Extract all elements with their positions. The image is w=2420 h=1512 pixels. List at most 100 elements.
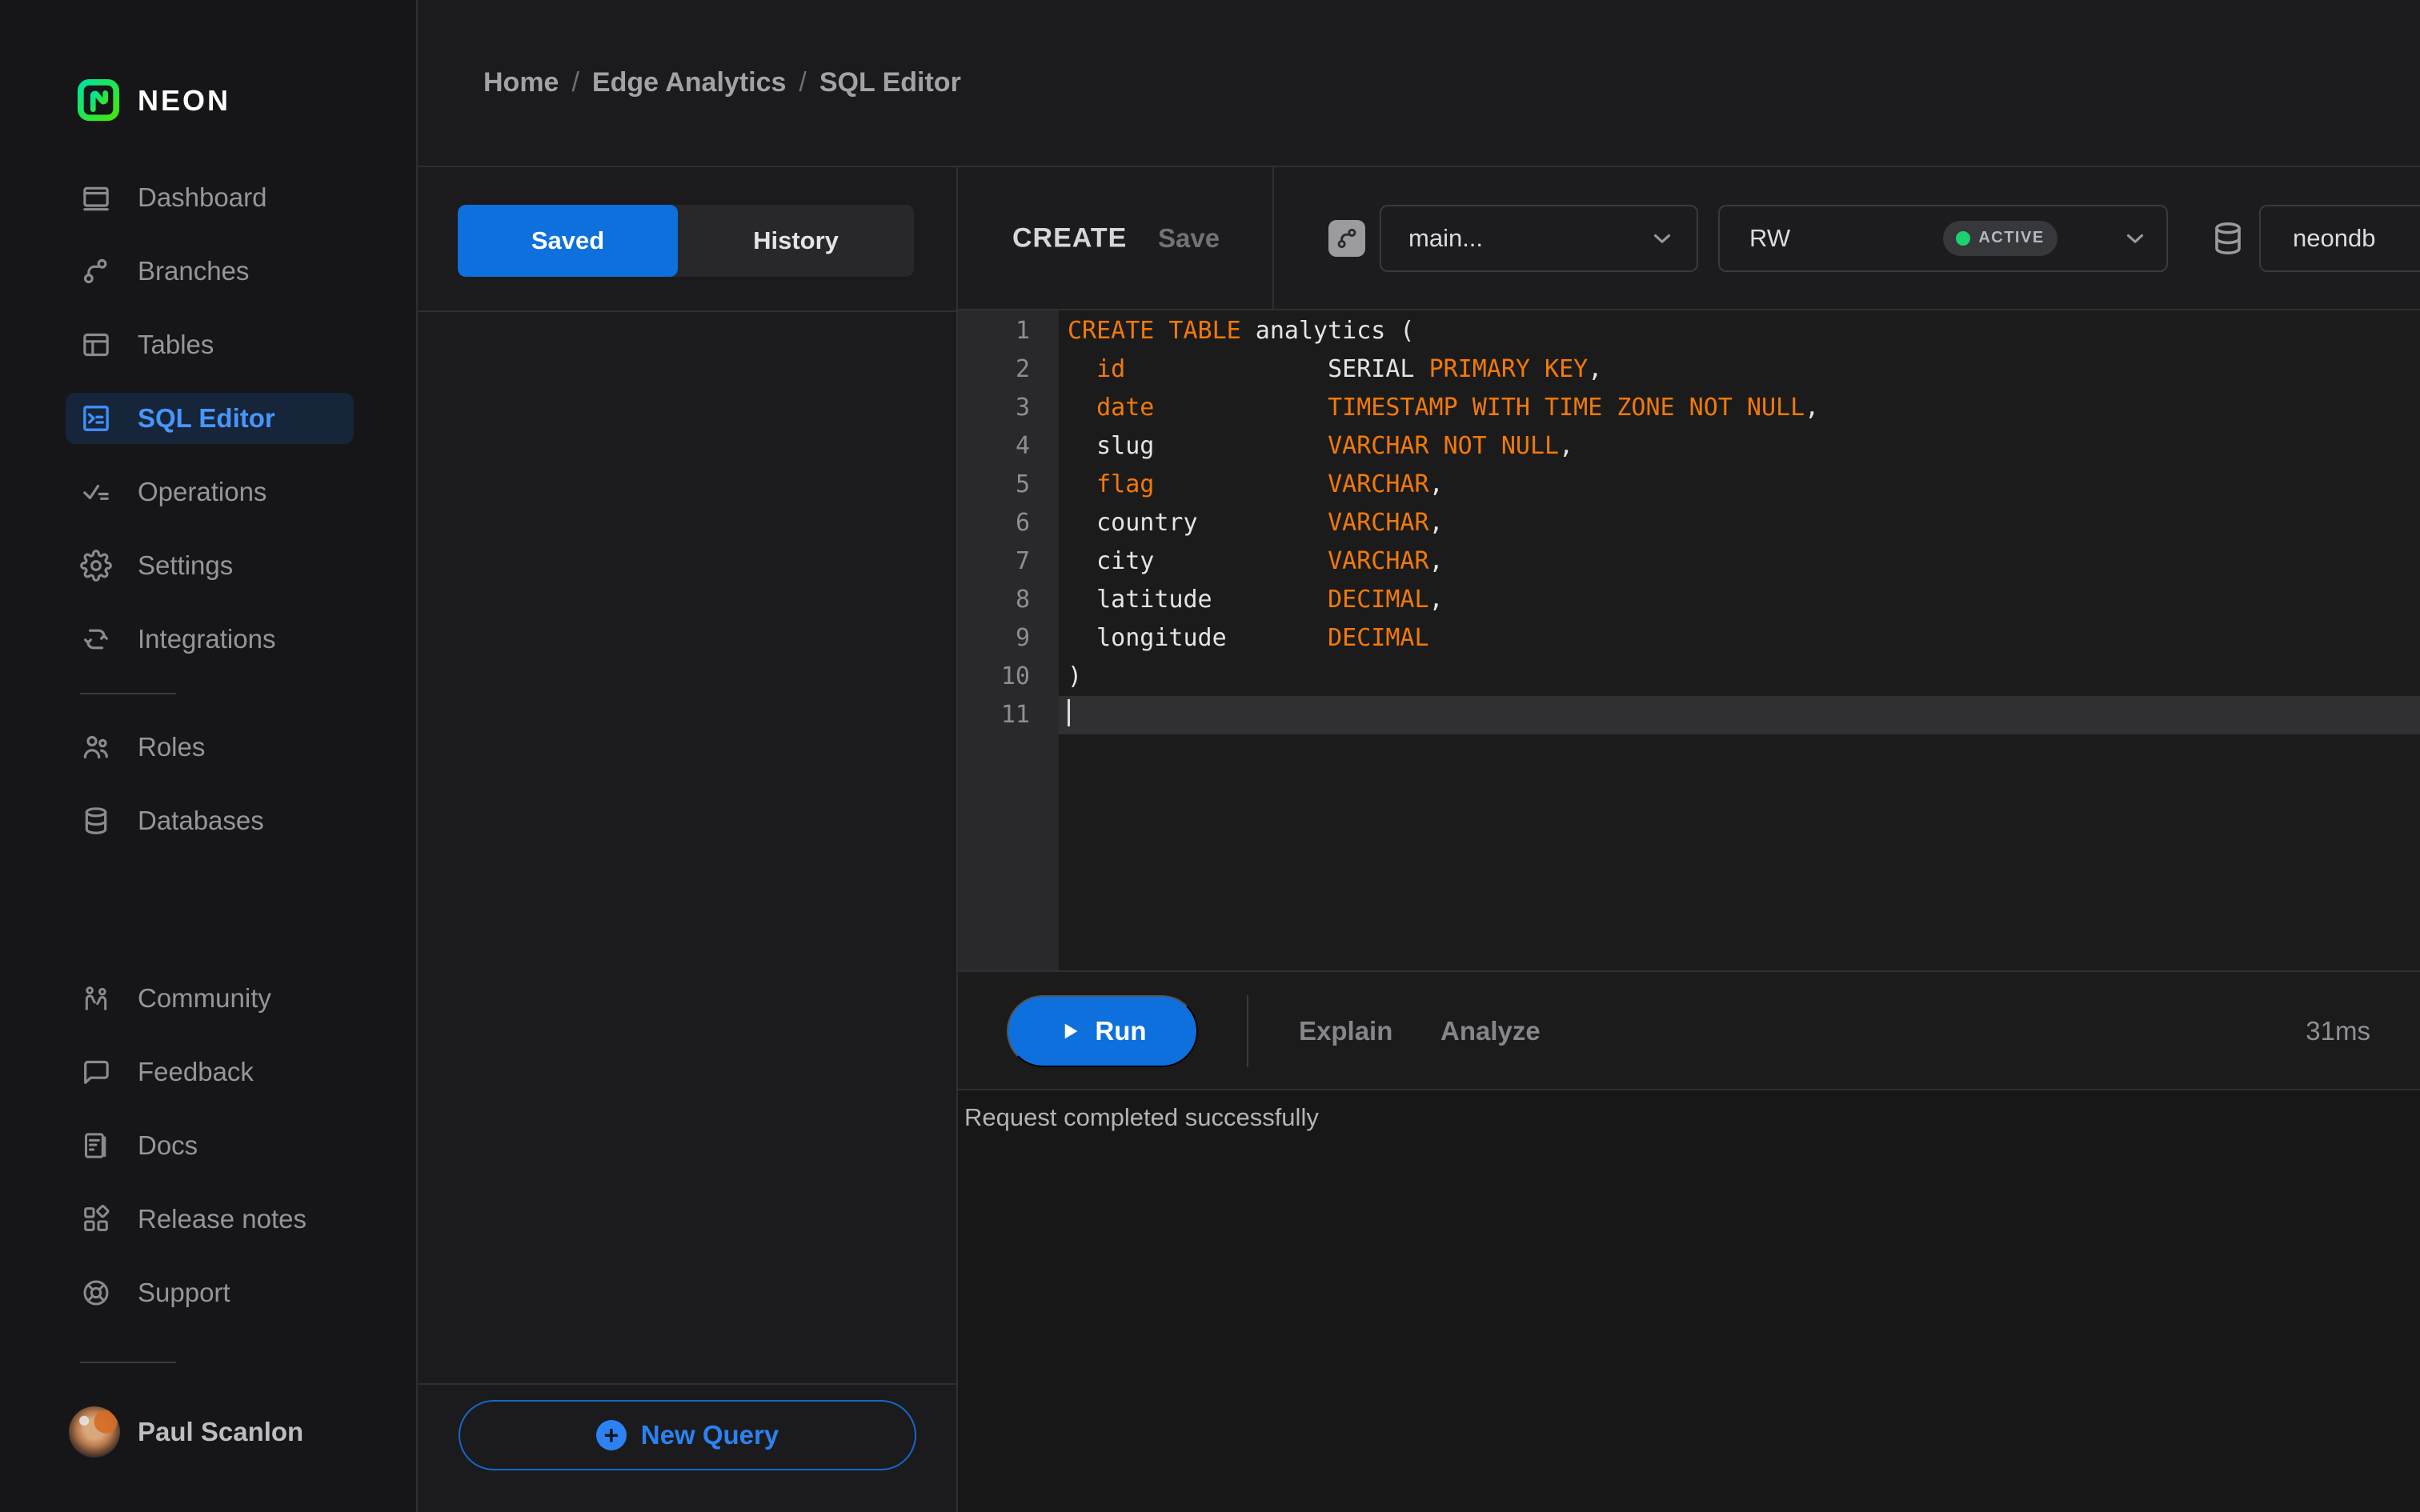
- sidebar-divider: [80, 1362, 176, 1363]
- analyze-button[interactable]: Analyze: [1440, 972, 1541, 1090]
- branch-select[interactable]: main...: [1380, 204, 1698, 272]
- line-number: 8: [958, 581, 1059, 619]
- results-panel: Request completed successfully: [958, 1090, 2420, 1512]
- chevron-down-icon: [2126, 234, 2144, 243]
- sidebar-item-tables[interactable]: Tables: [66, 319, 354, 370]
- result-message: Request completed successfully: [964, 1103, 1319, 1131]
- tab-history[interactable]: History: [678, 205, 914, 277]
- code-line-5[interactable]: 5 flag VARCHAR,: [958, 466, 2420, 504]
- brand-logo[interactable]: NEON: [77, 75, 230, 126]
- status-badge: ACTIVE: [1943, 220, 2057, 256]
- code-line-content: longitude DECIMAL: [1068, 624, 1429, 652]
- compute-select[interactable]: RW ACTIVE: [1718, 204, 2168, 272]
- sidebar-item-community[interactable]: Community: [66, 973, 354, 1024]
- code-line-8[interactable]: 8 latitude DECIMAL,: [958, 581, 2420, 619]
- code-line-content: country VARCHAR,: [1068, 509, 1444, 537]
- code-line-content: latitude DECIMAL,: [1068, 586, 1444, 614]
- sidebar-item-label: Release notes: [138, 1204, 307, 1234]
- query-title: CREATE: [1012, 222, 1128, 253]
- database-select-value: neondb: [2293, 223, 2376, 252]
- play-icon: [1065, 1023, 1078, 1039]
- breadcrumb-current: SQL Editor: [819, 67, 961, 98]
- gear-icon: [80, 550, 112, 582]
- line-number: 10: [958, 658, 1059, 696]
- toolbar-divider: [1272, 167, 1274, 310]
- explain-button[interactable]: Explain: [1299, 972, 1392, 1090]
- support-lifebuoy-icon: [80, 1277, 112, 1309]
- code-line-1[interactable]: 1 CREATE TABLE analytics (: [958, 312, 2420, 350]
- sidebar-item-support[interactable]: Support: [66, 1267, 354, 1318]
- chevron-down-icon: [1653, 234, 1671, 243]
- text-cursor: [1068, 699, 1070, 726]
- database-select[interactable]: neondb: [2259, 204, 2420, 272]
- line-number: 1: [958, 312, 1059, 350]
- sql-editor-terminal-icon: [80, 402, 112, 434]
- tab-saved[interactable]: Saved: [458, 205, 678, 277]
- code-line-10[interactable]: 10): [958, 658, 2420, 696]
- avatar: [69, 1406, 120, 1458]
- new-query-button[interactable]: + New Query: [459, 1400, 916, 1470]
- code-line-content: flag VARCHAR,: [1096, 470, 1444, 498]
- line-number: 4: [958, 427, 1059, 466]
- run-bar-divider: [1247, 995, 1248, 1067]
- plus-icon: +: [595, 1420, 627, 1450]
- code-line-content: slug VARCHAR NOT NULL,: [1068, 432, 1574, 460]
- breadcrumb-home[interactable]: Home: [483, 67, 559, 98]
- sidebar-item-operations[interactable]: Operations: [66, 466, 354, 518]
- panel-divider: [418, 1383, 956, 1385]
- code-lines: 1 CREATE TABLE analytics ( 2 id SERIAL PRI…: [958, 312, 2420, 734]
- queries-panel: Saved History + New Query: [418, 167, 958, 1512]
- breadcrumb-separator: /: [799, 67, 807, 98]
- branch-select-value: main...: [1408, 223, 1484, 252]
- sidebar-item-label: Dashboard: [138, 182, 267, 212]
- sidebar-item-feedback[interactable]: Feedback: [66, 1046, 354, 1098]
- operations-check-icon: [80, 476, 112, 508]
- run-button[interactable]: Run: [1007, 995, 1198, 1067]
- branch-icon-button[interactable]: [1328, 219, 1365, 257]
- code-line-4[interactable]: 4 slug VARCHAR NOT NULL,: [958, 427, 2420, 466]
- user-menu[interactable]: Paul Scanlon: [69, 1406, 303, 1458]
- sidebar-item-label: Settings: [138, 550, 234, 580]
- code-line-11[interactable]: 11: [958, 696, 2420, 734]
- run-bar: Run Explain Analyze 31ms: [958, 970, 2420, 1090]
- sidebar-item-release-notes[interactable]: Release notes: [66, 1194, 354, 1245]
- line-number: 11: [958, 696, 1059, 734]
- breadcrumb: Home / Edge Analytics / SQL Editor: [483, 0, 961, 166]
- sidebar-item-label: Support: [138, 1278, 230, 1307]
- line-number: 6: [958, 504, 1059, 542]
- neon-logo-icon: [77, 75, 120, 126]
- sidebar-item-docs[interactable]: Docs: [66, 1120, 354, 1171]
- tables-icon: [80, 329, 112, 361]
- new-query-label: New Query: [640, 1420, 779, 1450]
- code-line-7[interactable]: 7 city VARCHAR,: [958, 542, 2420, 581]
- code-line-content: [1059, 696, 2420, 734]
- feedback-speech-bubble-icon: [80, 1056, 112, 1088]
- sidebar-item-label: SQL Editor: [138, 403, 275, 433]
- sidebar-divider: [80, 693, 176, 694]
- sidebar-item-dashboard[interactable]: Dashboard: [66, 172, 354, 223]
- run-label: Run: [1095, 1016, 1147, 1046]
- docs-icon: [80, 1130, 112, 1162]
- breadcrumb-project[interactable]: Edge Analytics: [592, 67, 786, 98]
- code-editor[interactable]: 1 CREATE TABLE analytics ( 2 id SERIAL PRI…: [958, 310, 2420, 970]
- database-icon: [2209, 219, 2247, 258]
- sidebar-item-settings[interactable]: Settings: [66, 540, 354, 591]
- code-line-9[interactable]: 9 longitude DECIMAL: [958, 619, 2420, 658]
- code-line-content: CREATE TABLE analytics (: [1068, 317, 1415, 345]
- code-line-3[interactable]: 3 date TIMESTAMP WITH TIME ZONE NOT NULL…: [958, 389, 2420, 427]
- save-button[interactable]: Save: [1158, 223, 1220, 254]
- sidebar-item-databases[interactable]: Databases: [66, 795, 354, 846]
- line-number: 3: [958, 389, 1059, 427]
- sidebar-item-roles[interactable]: Roles: [66, 722, 354, 773]
- brand-name: NEON: [138, 84, 231, 117]
- sidebar-item-label: Integrations: [138, 624, 276, 654]
- code-line-2[interactable]: 2 id SERIAL PRIMARY KEY,: [958, 350, 2420, 389]
- integrations-icon: [80, 623, 112, 655]
- line-number: 2: [958, 350, 1059, 389]
- code-line-6[interactable]: 6 country VARCHAR,: [958, 504, 2420, 542]
- sidebar-item-integrations[interactable]: Integrations: [66, 614, 354, 665]
- code-line-content: date TIMESTAMP WITH TIME ZONE NOT NULL,: [1096, 394, 1820, 422]
- branches-icon: [80, 255, 112, 287]
- sidebar-item-branches[interactable]: Branches: [66, 246, 354, 297]
- sidebar-item-sql-editor[interactable]: SQL Editor: [66, 393, 354, 444]
